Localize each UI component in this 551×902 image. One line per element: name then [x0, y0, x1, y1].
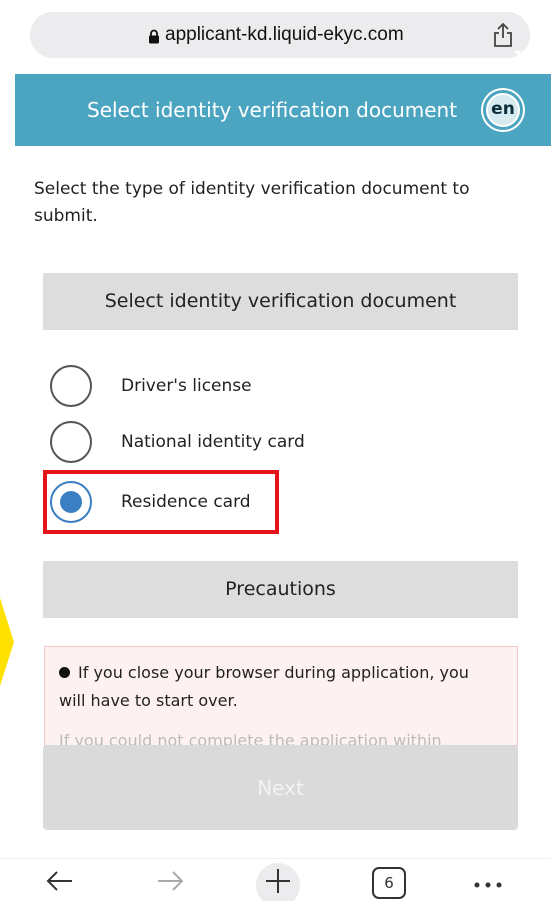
radio-option-drivers-license[interactable]: Driver's license — [50, 363, 470, 409]
lock-icon — [149, 29, 159, 43]
radio-option-national-id[interactable]: National identity card — [50, 419, 470, 465]
radio-button[interactable] — [50, 421, 92, 463]
page-title: Select identity verification document — [87, 98, 458, 122]
browser-toolbar: 6 — [0, 858, 551, 902]
language-selector[interactable]: en — [483, 90, 523, 130]
precaution-item-faded: If you could not complete the applicatio… — [59, 731, 442, 746]
url-text: applicant-kd.liquid-ekyc.com — [165, 24, 404, 45]
forward-arrow-icon[interactable] — [150, 863, 190, 899]
back-arrow-icon[interactable] — [40, 863, 80, 899]
precaution-text: If you close your browser during applica… — [59, 663, 469, 710]
selection-highlight — [43, 470, 279, 534]
language-code: en — [488, 95, 518, 125]
tabs-button[interactable]: 6 — [372, 867, 406, 899]
chevron-down-icon — [514, 51, 522, 56]
share-icon[interactable] — [492, 22, 514, 48]
next-button[interactable]: Next — [43, 745, 518, 830]
precaution-item: If you close your browser during applica… — [59, 659, 499, 715]
radio-button[interactable] — [50, 365, 92, 407]
url-display[interactable]: applicant-kd.liquid-ekyc.com — [148, 12, 404, 58]
page: applicant-kd.liquid-ekyc.com Select iden… — [0, 0, 551, 902]
document-section-title: Select identity verification document — [43, 273, 518, 330]
yellow-arrow-marker — [0, 598, 14, 686]
new-tab-plus-icon[interactable] — [253, 861, 303, 901]
precautions-title: Precautions — [43, 561, 518, 618]
precautions-notice: If you close your browser during applica… — [44, 646, 518, 746]
address-bar[interactable]: applicant-kd.liquid-ekyc.com — [30, 12, 530, 58]
bullet-icon — [59, 667, 70, 678]
intro-text: Select the type of identity verification… — [34, 179, 470, 226]
page-header: Select identity verification document en — [15, 74, 551, 146]
radio-label: Driver's license — [121, 376, 252, 396]
radio-label: National identity card — [121, 432, 305, 452]
more-icon[interactable] — [468, 863, 508, 899]
